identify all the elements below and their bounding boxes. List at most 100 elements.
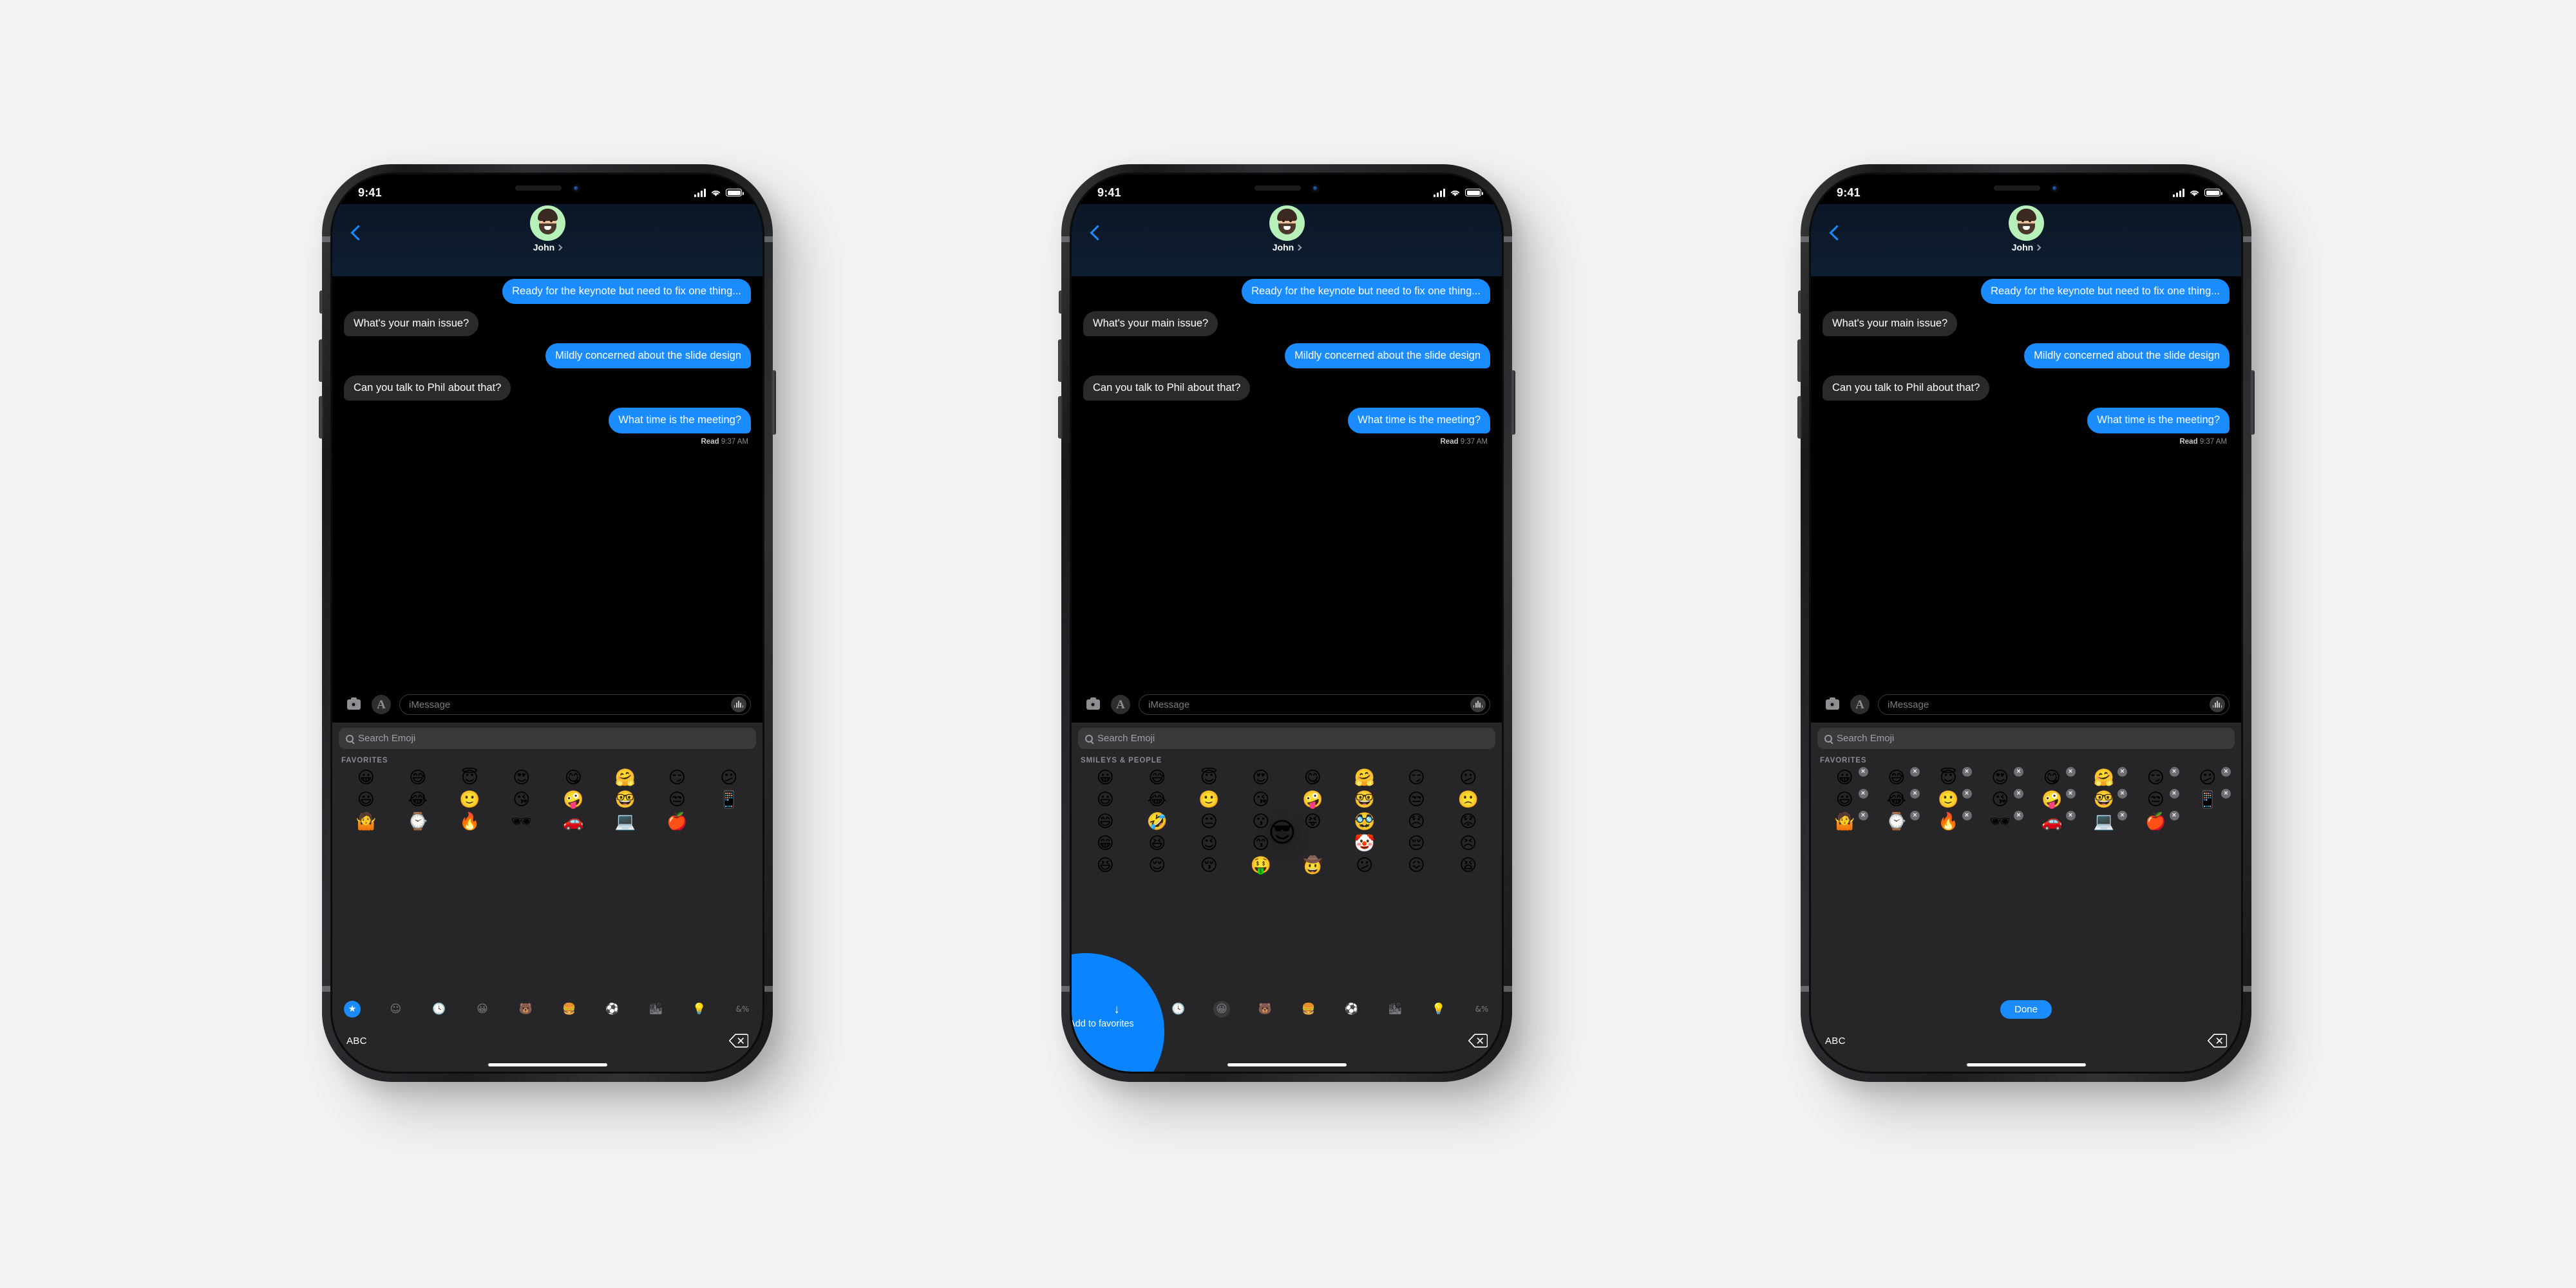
remove-emoji-badge[interactable]: × (2117, 811, 2127, 820)
emoji-cell[interactable]: 😒 × (2130, 789, 2182, 811)
emoji-cell[interactable]: 🤗 × (2078, 767, 2130, 789)
emoji-cell[interactable]: 🤓 (600, 789, 652, 811)
emoji-cell[interactable]: ⌚ (392, 811, 444, 833)
camera-button[interactable] (1823, 695, 1842, 714)
emoji-cell[interactable]: 😂 × (1871, 789, 1923, 811)
remove-emoji-badge[interactable]: × (1962, 789, 1972, 799)
home-indicator[interactable] (488, 1063, 607, 1066)
emoji-cell[interactable]: 😉 (1183, 833, 1235, 855)
message-bubble-incoming[interactable]: Can you talk to Phil about that? (340, 375, 511, 401)
emoji-cell[interactable]: 😕 × (2182, 767, 2234, 789)
emoji-cell[interactable]: 🤗 (600, 767, 652, 789)
emoji-category-activities[interactable]: ⚽ (1343, 1001, 1360, 1018)
message-bubble-incoming[interactable]: Can you talk to Phil about that? (1079, 375, 1251, 401)
dragged-emoji[interactable]: 😎 (1268, 819, 1296, 846)
message-bubble-outgoing[interactable]: Ready for the keynote but need to fix on… (502, 279, 754, 305)
emoji-cell[interactable]: 😅 × (1871, 767, 1923, 789)
emoji-category-recents[interactable]: 🕓 (1170, 1001, 1187, 1018)
emoji-cell[interactable]: 😍 (496, 767, 548, 789)
remove-emoji-badge[interactable]: × (2221, 789, 2231, 799)
emoji-cell[interactable]: 🤪 (547, 789, 600, 811)
emoji-cell[interactable]: 🙁 (1443, 789, 1495, 811)
emoji-category-symbols[interactable]: &% (734, 1001, 751, 1018)
emoji-cell[interactable]: 💻 (600, 811, 652, 833)
power-button[interactable] (772, 370, 776, 435)
emoji-cell[interactable]: 😇 (1183, 767, 1235, 789)
remove-emoji-badge[interactable]: × (1858, 789, 1868, 799)
emoji-cell[interactable]: 😋 × (2026, 767, 2078, 789)
emoji-cell[interactable]: 😅 (392, 767, 444, 789)
emoji-cell[interactable]: 😆 (1079, 855, 1132, 876)
emoji-cell[interactable]: 🥸 (1339, 811, 1391, 833)
emoji-cell[interactable]: 😁 (1079, 833, 1132, 855)
remove-emoji-badge[interactable]: × (2014, 767, 2023, 777)
audio-message-button[interactable] (1470, 697, 1486, 712)
message-bubble-outgoing[interactable]: What time is the meeting? (609, 408, 754, 433)
remove-emoji-badge[interactable]: × (2065, 811, 2076, 820)
remove-emoji-badge[interactable]: × (2117, 789, 2127, 799)
remove-emoji-badge[interactable]: × (2221, 767, 2231, 777)
emoji-cell[interactable]: 🤣 (1132, 811, 1184, 833)
camera-button[interactable] (344, 695, 363, 714)
app-store-button[interactable]: A (372, 695, 391, 714)
emoji-category-smileys[interactable]: 😀 (474, 1001, 491, 1018)
volume-up-button[interactable] (1058, 339, 1063, 382)
back-chevron-icon[interactable] (1090, 225, 1106, 241)
volume-up-button[interactable] (319, 339, 323, 382)
emoji-cell[interactable]: ⌚ × (1871, 811, 1923, 833)
emoji-cell[interactable]: 😂 (392, 789, 444, 811)
message-bubble-outgoing[interactable]: Mildly concerned about the slide design (545, 343, 754, 369)
emoji-cell[interactable]: 🤪 (1287, 789, 1339, 811)
audio-message-button[interactable] (2210, 697, 2225, 712)
backspace-icon[interactable] (2208, 1034, 2227, 1048)
remove-emoji-badge[interactable]: × (2169, 789, 2179, 799)
emoji-cell[interactable]: 😀 (340, 767, 392, 789)
emoji-cell[interactable]: 😚 (1183, 855, 1235, 876)
emoji-cell[interactable]: 😇 × (1922, 767, 1975, 789)
remove-emoji-badge[interactable]: × (2014, 811, 2023, 820)
emoji-category-food[interactable]: 🍔 (561, 1001, 578, 1018)
emoji-cell[interactable]: 🙂 (444, 789, 496, 811)
emoji-cell[interactable]: 😒 (1390, 789, 1443, 811)
emoji-cell[interactable]: 📱 × (2182, 789, 2234, 811)
emoji-category-smileys[interactable]: 😀 (1213, 1001, 1230, 1018)
emoji-cell[interactable]: 😇 (444, 767, 496, 789)
emoji-category-food[interactable]: 🍔 (1300, 1001, 1317, 1018)
backspace-icon[interactable] (729, 1034, 748, 1048)
home-indicator[interactable] (1227, 1063, 1347, 1066)
emoji-cell[interactable]: 🔥 (444, 811, 496, 833)
emoji-category-activities[interactable]: ⚽ (604, 1001, 621, 1018)
power-button[interactable] (1511, 370, 1515, 435)
app-store-button[interactable]: A (1850, 695, 1870, 714)
imessage-input[interactable]: iMessage (1878, 694, 2230, 715)
remove-emoji-badge[interactable]: × (2169, 767, 2179, 777)
remove-emoji-badge[interactable]: × (1962, 811, 1972, 820)
emoji-category-objects[interactable]: 💡 (1430, 1001, 1447, 1018)
emoji-cell[interactable]: 😄 (1079, 811, 1132, 833)
emoji-cell[interactable]: 😟 (1443, 811, 1495, 833)
emoji-cell[interactable]: 🍎 × (2130, 811, 2182, 833)
emoji-cell[interactable]: 😀 (1079, 767, 1132, 789)
abc-key[interactable]: ABC (1825, 1036, 1846, 1046)
emoji-cell[interactable]: 😖 (1390, 855, 1443, 876)
emoji-category-memoji[interactable]: ☺ (387, 1001, 404, 1018)
message-bubble-outgoing[interactable]: Ready for the keynote but need to fix on… (1981, 279, 2233, 305)
backspace-icon[interactable] (1468, 1034, 1488, 1048)
message-bubble-incoming[interactable]: What's your main issue? (340, 311, 479, 337)
emoji-cell[interactable]: 🤓 × (2078, 789, 2130, 811)
emoji-cell[interactable]: 😘 (1235, 789, 1287, 811)
emoji-category-symbols[interactable]: &% (1473, 1001, 1490, 1018)
emoji-category-favorites[interactable]: ★ (344, 1001, 361, 1018)
emoji-cell[interactable]: 🕶 × (1975, 811, 2027, 833)
emoji-cell[interactable]: 🤷 × (1819, 811, 1871, 833)
abc-key[interactable]: ABC (346, 1036, 367, 1046)
emoji-cell[interactable]: 😫 (1443, 855, 1495, 876)
message-bubble-incoming[interactable]: What's your main issue? (1819, 311, 1958, 337)
emoji-cell[interactable]: 😐 (1183, 811, 1235, 833)
message-bubble-outgoing[interactable]: Mildly concerned about the slide design (2024, 343, 2233, 369)
emoji-category-travel[interactable]: 🏙 (1387, 1001, 1403, 1018)
back-chevron-icon[interactable] (350, 225, 366, 241)
emoji-cell[interactable]: 🙂 (1183, 789, 1235, 811)
remove-emoji-badge[interactable]: × (1910, 789, 1920, 799)
emoji-cell[interactable]: 💻 × (2078, 811, 2130, 833)
